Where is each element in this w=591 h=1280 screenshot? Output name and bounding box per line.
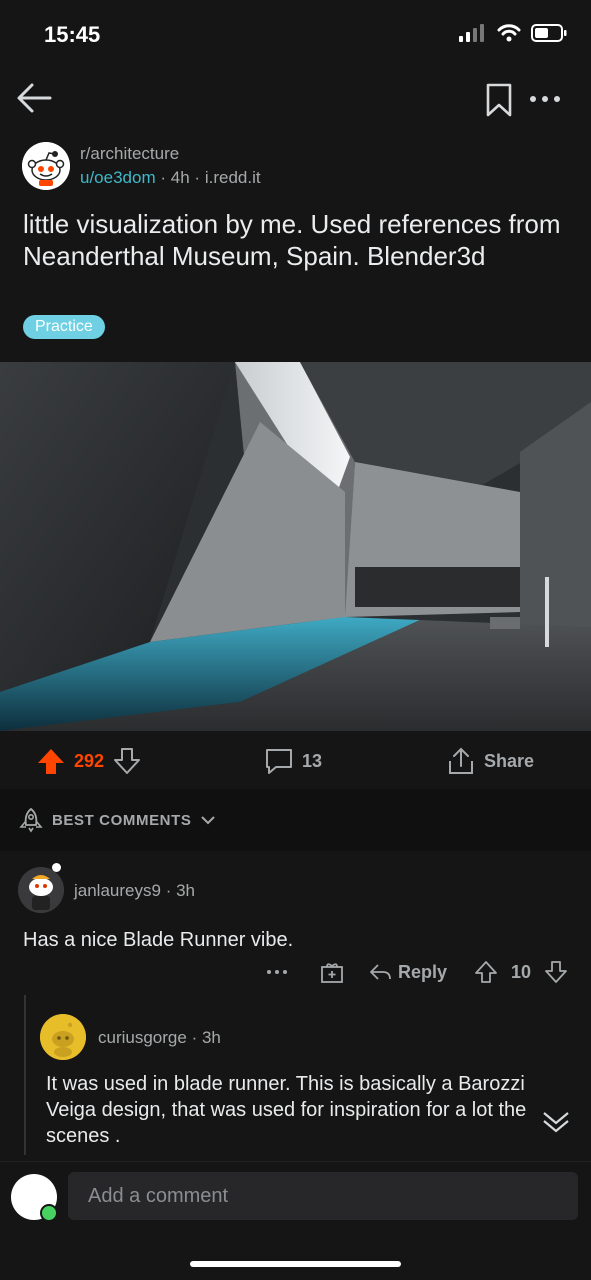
home-indicator[interactable] [190,1261,401,1267]
comments-section: janlaureys9 · 3h Has a nice Blade Runner… [0,851,591,1161]
meta-separator: · [165,881,172,900]
comment-input[interactable]: Add a comment [68,1172,578,1220]
online-indicator [52,863,61,872]
reply-button[interactable]: Reply [368,961,447,983]
post-age: 4h [170,168,190,187]
reply-label: Reply [398,961,448,982]
snoo-icon [22,142,70,190]
comment-icon [266,749,292,774]
meta-separator: · [194,168,201,187]
chevron-down-icon[interactable] [540,1107,572,1137]
downvote-icon[interactable] [543,959,569,985]
comment-body: It was used in blade runner. This is bas… [46,1073,527,1147]
comment-avatar[interactable] [40,1014,86,1060]
reply-icon [370,964,391,980]
share-label: Share [484,750,535,771]
comment-author[interactable]: curiusgorge [98,1028,187,1047]
avatar-icon [18,867,64,913]
comment-vote-count: 10 [511,961,532,982]
post-vote-count: 292 [74,750,105,771]
avatar-icon [40,1014,86,1060]
comment-author-line: janlaureys9 · 3h [74,881,195,901]
wifi-icon [497,24,521,42]
share-button[interactable]: Share [446,745,534,777]
post-header: r/architecture u/oe3dom · 4h · i.redd.it… [0,130,591,362]
more-dots-icon[interactable] [266,962,288,982]
comment-sort-bar: BEST COMMENTS [0,789,591,852]
award-icon[interactable] [320,960,344,984]
post-flair[interactable]: Practice [23,315,105,339]
signal-icon [459,24,484,42]
comment-actions: Reply 10 [266,959,569,985]
status-time: 15:45 [44,22,101,47]
comment-author[interactable]: janlaureys9 [74,881,161,900]
post-topbar [0,70,591,130]
back-arrow-icon[interactable] [14,78,54,118]
home-area [0,1233,591,1280]
subreddit-name[interactable]: r/architecture [80,144,179,164]
post-action-bar: 292 13 Share [0,731,591,789]
comments-button[interactable]: 13 [264,745,322,777]
chevron-down-icon [201,816,216,825]
post-meta: u/oe3dom · 4h · i.redd.it [80,168,261,188]
comment-avatar[interactable] [18,867,64,913]
online-indicator [40,1204,58,1222]
upvote-icon[interactable] [36,746,66,776]
comment-age: 3h [201,1028,221,1047]
vote-group: 292 [36,745,142,777]
downvote-icon[interactable] [112,746,142,776]
meta-separator: · [160,168,167,187]
status-icons [459,24,567,42]
more-dots-icon[interactable] [528,84,562,114]
meta-separator: · [191,1028,198,1047]
status-bar: 15:45 [0,0,591,70]
comment-author-line: curiusgorge · 3h [98,1028,221,1048]
thread-line[interactable] [24,995,26,1155]
sort-dropdown[interactable]: BEST COMMENTS [18,807,217,833]
post-author[interactable]: u/oe3dom [80,168,156,187]
post-comment-count: 13 [302,750,323,771]
comment-age: 3h [176,881,196,900]
rocket-icon [19,807,43,833]
share-icon [449,747,473,774]
bookmark-icon[interactable] [484,82,514,118]
post-title: little visualization by me. Used referen… [23,209,561,271]
comment-body: Has a nice Blade Runner vibe. [23,929,294,951]
comment-composer: Add a comment [0,1161,591,1234]
sort-label: BEST COMMENTS [52,811,192,829]
upvote-icon[interactable] [473,959,499,985]
post-image[interactable] [0,362,591,731]
subreddit-avatar[interactable] [22,142,70,190]
battery-icon [531,24,567,42]
post-domain[interactable]: i.redd.it [205,168,261,187]
